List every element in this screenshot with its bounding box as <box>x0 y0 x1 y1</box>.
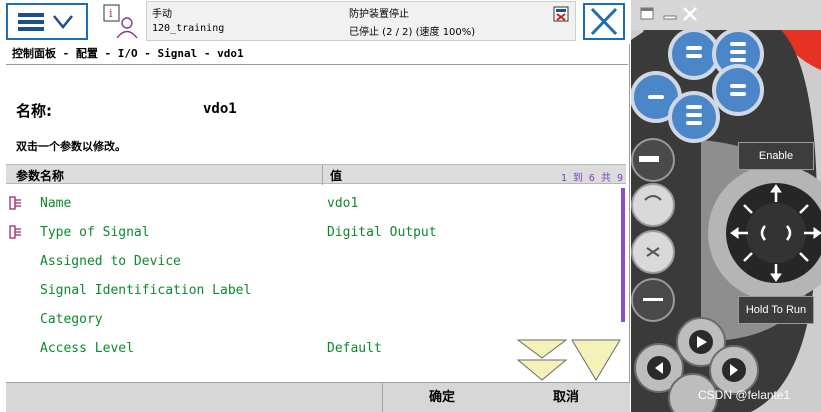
table-header: 参数名称 值 1 到 6 共 9 <box>6 164 626 185</box>
flexpendant-screen: i 手动 120_training 防护装置停止 已停止 (2 / 2) (速度… <box>0 0 630 412</box>
table-row-category[interactable]: Category <box>6 305 620 334</box>
param-name: Assigned to Device <box>40 254 181 269</box>
table-row-signal-identification-label[interactable]: Signal Identification Label <box>6 276 620 305</box>
page-down-icon[interactable] <box>516 338 568 382</box>
top-bar: i 手动 120_training 防护装置停止 已停止 (2 / 2) (速度… <box>0 0 630 44</box>
required-param-icon <box>9 225 21 239</box>
param-value: Digital Output <box>327 225 437 240</box>
enable-button[interactable]: Enable <box>738 142 814 170</box>
svg-text:i: i <box>109 7 113 20</box>
minimize-icon[interactable] <box>661 5 679 23</box>
close-button[interactable] <box>583 3 625 40</box>
param-name: Category <box>40 312 103 327</box>
column-header-value: 值 <box>330 169 343 183</box>
column-divider <box>322 165 323 185</box>
main-menu-button[interactable] <box>6 3 88 40</box>
param-name: Access Level <box>40 341 134 356</box>
robot-name: 120_training <box>152 23 225 34</box>
status-area: 手动 120_training 防护装置停止 已停止 (2 / 2) (速度 1… <box>146 1 576 41</box>
param-name: Name <box>40 196 72 211</box>
pendant-hardware-graphic <box>631 0 821 412</box>
safety-status: 防护装置停止 <box>349 9 409 20</box>
required-param-icon <box>9 196 21 210</box>
cancel-button[interactable]: 取消 <box>504 383 628 412</box>
restore-icon[interactable] <box>639 5 657 23</box>
virtual-flexpendant-panel: Enable Hold To Run <box>631 0 821 412</box>
param-name: Type of Signal <box>40 225 150 240</box>
hamburger-menu-icon <box>18 13 73 31</box>
bottom-command-bar: 确定 取消 <box>6 382 630 412</box>
tp-message-button[interactable]: i <box>100 3 144 40</box>
operating-mode: 手动 <box>152 9 172 20</box>
table-row-type-of-signal[interactable]: Type of Signal Digital Output <box>6 218 620 247</box>
instruction-text: 双击一个参数以修改。 <box>16 140 126 153</box>
ok-button[interactable]: 确定 <box>380 383 504 412</box>
table-row-assigned-to-device[interactable]: Assigned to Device <box>6 247 620 276</box>
param-value: Default <box>327 341 382 356</box>
page-info: 1 到 6 共 9 <box>560 173 623 184</box>
watermark: CSDN @felante1 <box>698 388 791 402</box>
param-value: vdo1 <box>327 196 359 211</box>
info-user-icon: i <box>103 4 138 39</box>
panel-close-icon[interactable] <box>681 5 699 23</box>
table-row-name[interactable]: Name vdo1 <box>6 189 620 218</box>
param-name: Signal Identification Label <box>40 283 252 298</box>
name-value: vdo1 <box>203 101 237 117</box>
scroll-bottom-icon[interactable] <box>570 338 622 382</box>
hold-to-run-button[interactable]: Hold To Run <box>738 296 814 324</box>
panel-titlebar <box>631 0 821 30</box>
close-icon <box>590 7 618 36</box>
column-header-param-name: 参数名称 <box>16 169 65 183</box>
breadcrumb: 控制面板 - 配置 - I/O - Signal - vdo1 <box>6 45 628 65</box>
controller-state: 已停止 (2 / 2) (速度 100%) <box>349 27 476 38</box>
scrollbar[interactable] <box>621 188 625 322</box>
event-log-icon[interactable] <box>553 6 569 22</box>
name-label: 名称: <box>16 102 52 120</box>
